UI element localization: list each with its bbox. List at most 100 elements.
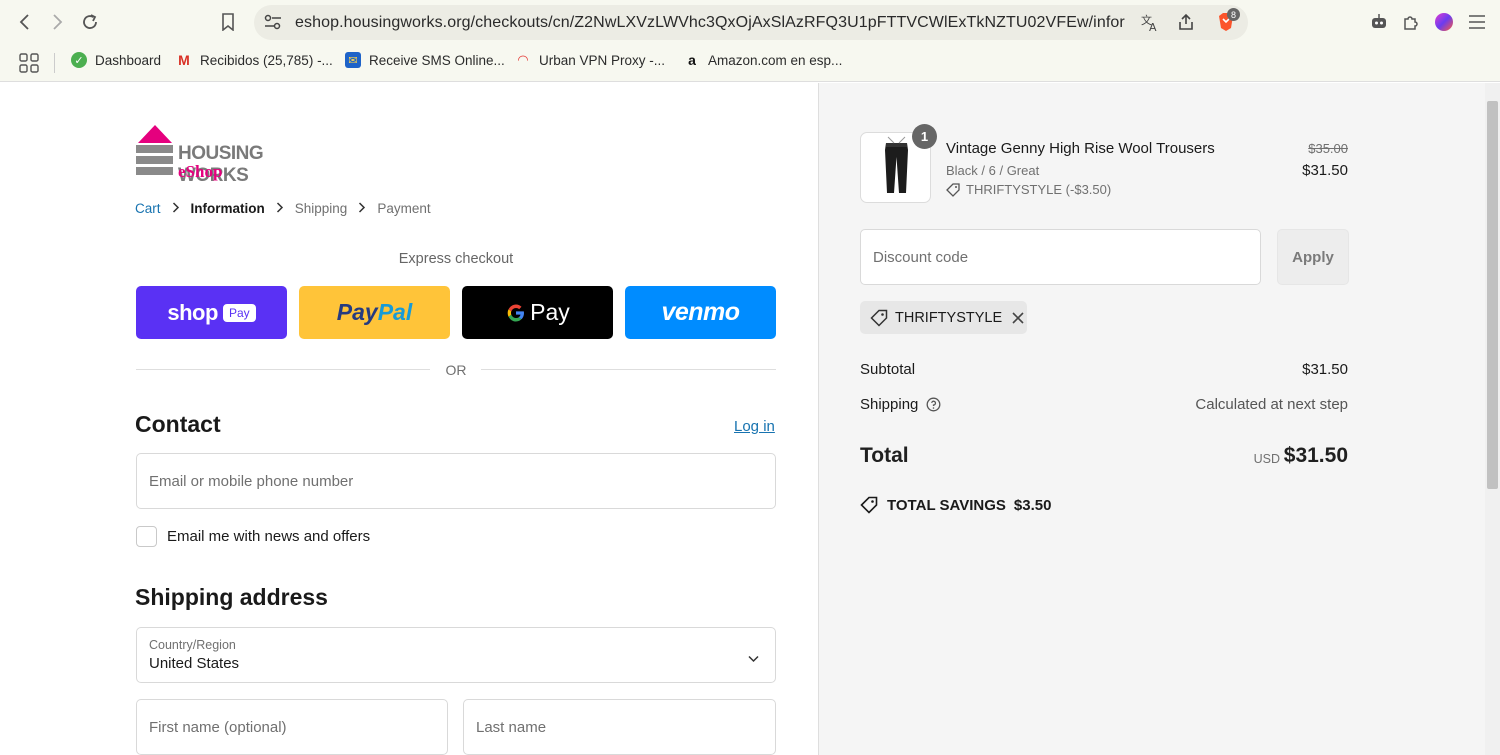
bookmark-label: Dashboard [95,52,162,68]
brave-shield-icon[interactable]: 8 [1216,8,1240,38]
shop-pay-wordmark: shop [167,299,218,325]
news-offers-checkbox[interactable] [136,526,157,547]
scrollbar-thumb[interactable] [1487,101,1498,489]
bookmark-vpn[interactable]: ◠ Urban VPN Proxy -... [515,52,665,68]
divider-line [481,369,776,370]
applied-code: THRIFTYSTYLE [895,309,1003,326]
dashboard-icon: ✓ [71,52,87,68]
savings-tag-icon [860,496,878,514]
google-pay-button[interactable]: Pay [462,286,613,339]
logo-subtext: eShop [178,162,223,181]
bookmark-sms[interactable]: ✉ Receive SMS Online... [345,52,505,68]
product-discount-text: THRIFTYSTYLE (-$3.50) [966,182,1112,197]
country-select[interactable]: Country/Region United States [136,627,776,683]
bookmark-dashboard[interactable]: ✓ Dashboard [71,52,161,68]
email-placeholder: Email or mobile phone number [149,473,354,490]
gmail-icon: M [178,52,190,68]
discount-placeholder: Discount code [873,249,969,266]
chevron-right-icon [276,201,284,216]
last-name-placeholder: Last name [476,719,547,736]
news-offers-label[interactable]: Email me with news and offers [167,528,370,545]
savings-label: TOTAL SAVINGS [887,496,1006,514]
bookmark-label: Urban VPN Proxy -... [539,52,666,68]
email-field[interactable]: Email or mobile phone number [136,453,776,509]
product-discount: THRIFTYSTYLE (-$3.50) [946,182,1111,197]
chevron-right-icon [358,201,366,216]
breadcrumb-shipping: Shipping [294,201,348,216]
paypal-wordmark-a: Pay [336,299,378,325]
applied-discount-chip: THRIFTYSTYLE [860,301,1027,334]
tag-icon [870,309,888,327]
bookmark-label: Amazon.com en esp... [708,52,843,68]
bookmark-label: Receive SMS Online... [369,52,505,68]
browser-toolbar: eshop.housingworks.org/checkouts/cn/Z2Nw… [0,0,1500,44]
housing-works-logo[interactable]: HOUSING WORKS eShop [136,125,336,186]
address-bar[interactable]: eshop.housingworks.org/checkouts/cn/Z2Nw… [254,5,1248,40]
paypal-button[interactable]: Pay Pal [299,286,450,339]
quantity-badge: 1 [912,124,937,149]
bookmarks-divider [54,53,55,73]
svg-text:A: A [1149,21,1157,33]
last-name-field[interactable]: Last name [463,699,776,755]
total-savings: TOTAL SAVINGS $3.50 [860,496,1051,514]
back-icon[interactable] [11,8,39,36]
house-logo-icon [136,125,173,175]
google-g-icon [507,304,525,321]
amazon-icon: a [688,52,696,68]
login-link[interactable]: Log in [734,418,775,435]
subtotal-value: $31.50 [1302,361,1348,378]
savings-value: $3.50 [1013,496,1052,514]
or-divider: OR [136,359,776,379]
leo-ai-icon[interactable] [1365,8,1393,36]
shipping-row: Shipping [860,396,941,413]
bookmark-amazon[interactable]: a Amazon.com en esp... [684,52,842,68]
product-name: Vintage Genny High Rise Wool Trousers [946,140,1215,157]
menu-icon[interactable] [1463,8,1491,36]
url-text[interactable]: eshop.housingworks.org/checkouts/cn/Z2Nw… [295,14,1125,32]
forward-icon[interactable] [43,8,71,36]
first-name-field[interactable]: First name (optional) [136,699,448,755]
reload-icon[interactable] [76,8,104,36]
translate-icon[interactable]: 文A [1140,13,1160,38]
page-scrollbar[interactable] [1485,83,1500,755]
discount-code-field[interactable]: Discount code [860,229,1261,285]
vpn-icon: ◠ [518,52,528,67]
price-current: $31.50 [1302,162,1348,179]
contact-heading: Contact [135,411,221,437]
subtotal-label: Subtotal [860,361,916,378]
remove-discount-icon[interactable] [1012,311,1024,324]
bookmark-icon[interactable] [214,8,242,36]
apply-button[interactable]: Apply [1277,229,1349,285]
breadcrumb-information: Information [190,201,265,216]
apps-grid-icon[interactable] [19,53,39,78]
sms-icon: ✉ [345,52,361,68]
paypal-wordmark-b: Pal [377,299,413,325]
profile-icon[interactable] [1430,8,1458,36]
express-checkout-label: Express checkout [398,251,514,267]
breadcrumb-payment: Payment [377,201,431,216]
checkout-main: HOUSING WORKS eShop Cart Information Shi… [0,83,818,755]
tag-icon [946,182,960,197]
share-icon[interactable] [1177,13,1195,36]
first-name-placeholder: First name (optional) [149,719,287,736]
bookmark-gmail[interactable]: M Recibidos (25,785) -... [176,52,333,68]
chevron-down-icon [748,650,759,668]
gpay-wordmark: Pay [530,299,570,325]
or-text: OR [445,362,467,378]
order-summary: 1 Vintage Genny High Rise Wool Trousers … [818,83,1500,755]
shop-pay-button[interactable]: shop Pay [136,286,287,339]
shipping-address-heading: Shipping address [135,584,328,610]
product-variant: Black / 6 / Great [946,163,1040,178]
venmo-wordmark: venmo [661,298,740,326]
shipping-label: Shipping [860,396,919,413]
shop-pay-tag: Pay [222,303,256,322]
shipping-value: Calculated at next step [1195,396,1348,413]
total-value: $31.50 [1283,444,1348,467]
extensions-icon[interactable] [1397,8,1425,36]
help-circle-icon[interactable] [926,397,941,412]
venmo-button[interactable]: venmo [625,286,776,339]
breadcrumb-cart[interactable]: Cart [135,201,161,216]
site-settings-icon[interactable] [264,14,282,35]
chevron-right-icon [172,201,180,216]
breadcrumb: Cart Information Shipping Payment [135,201,431,216]
